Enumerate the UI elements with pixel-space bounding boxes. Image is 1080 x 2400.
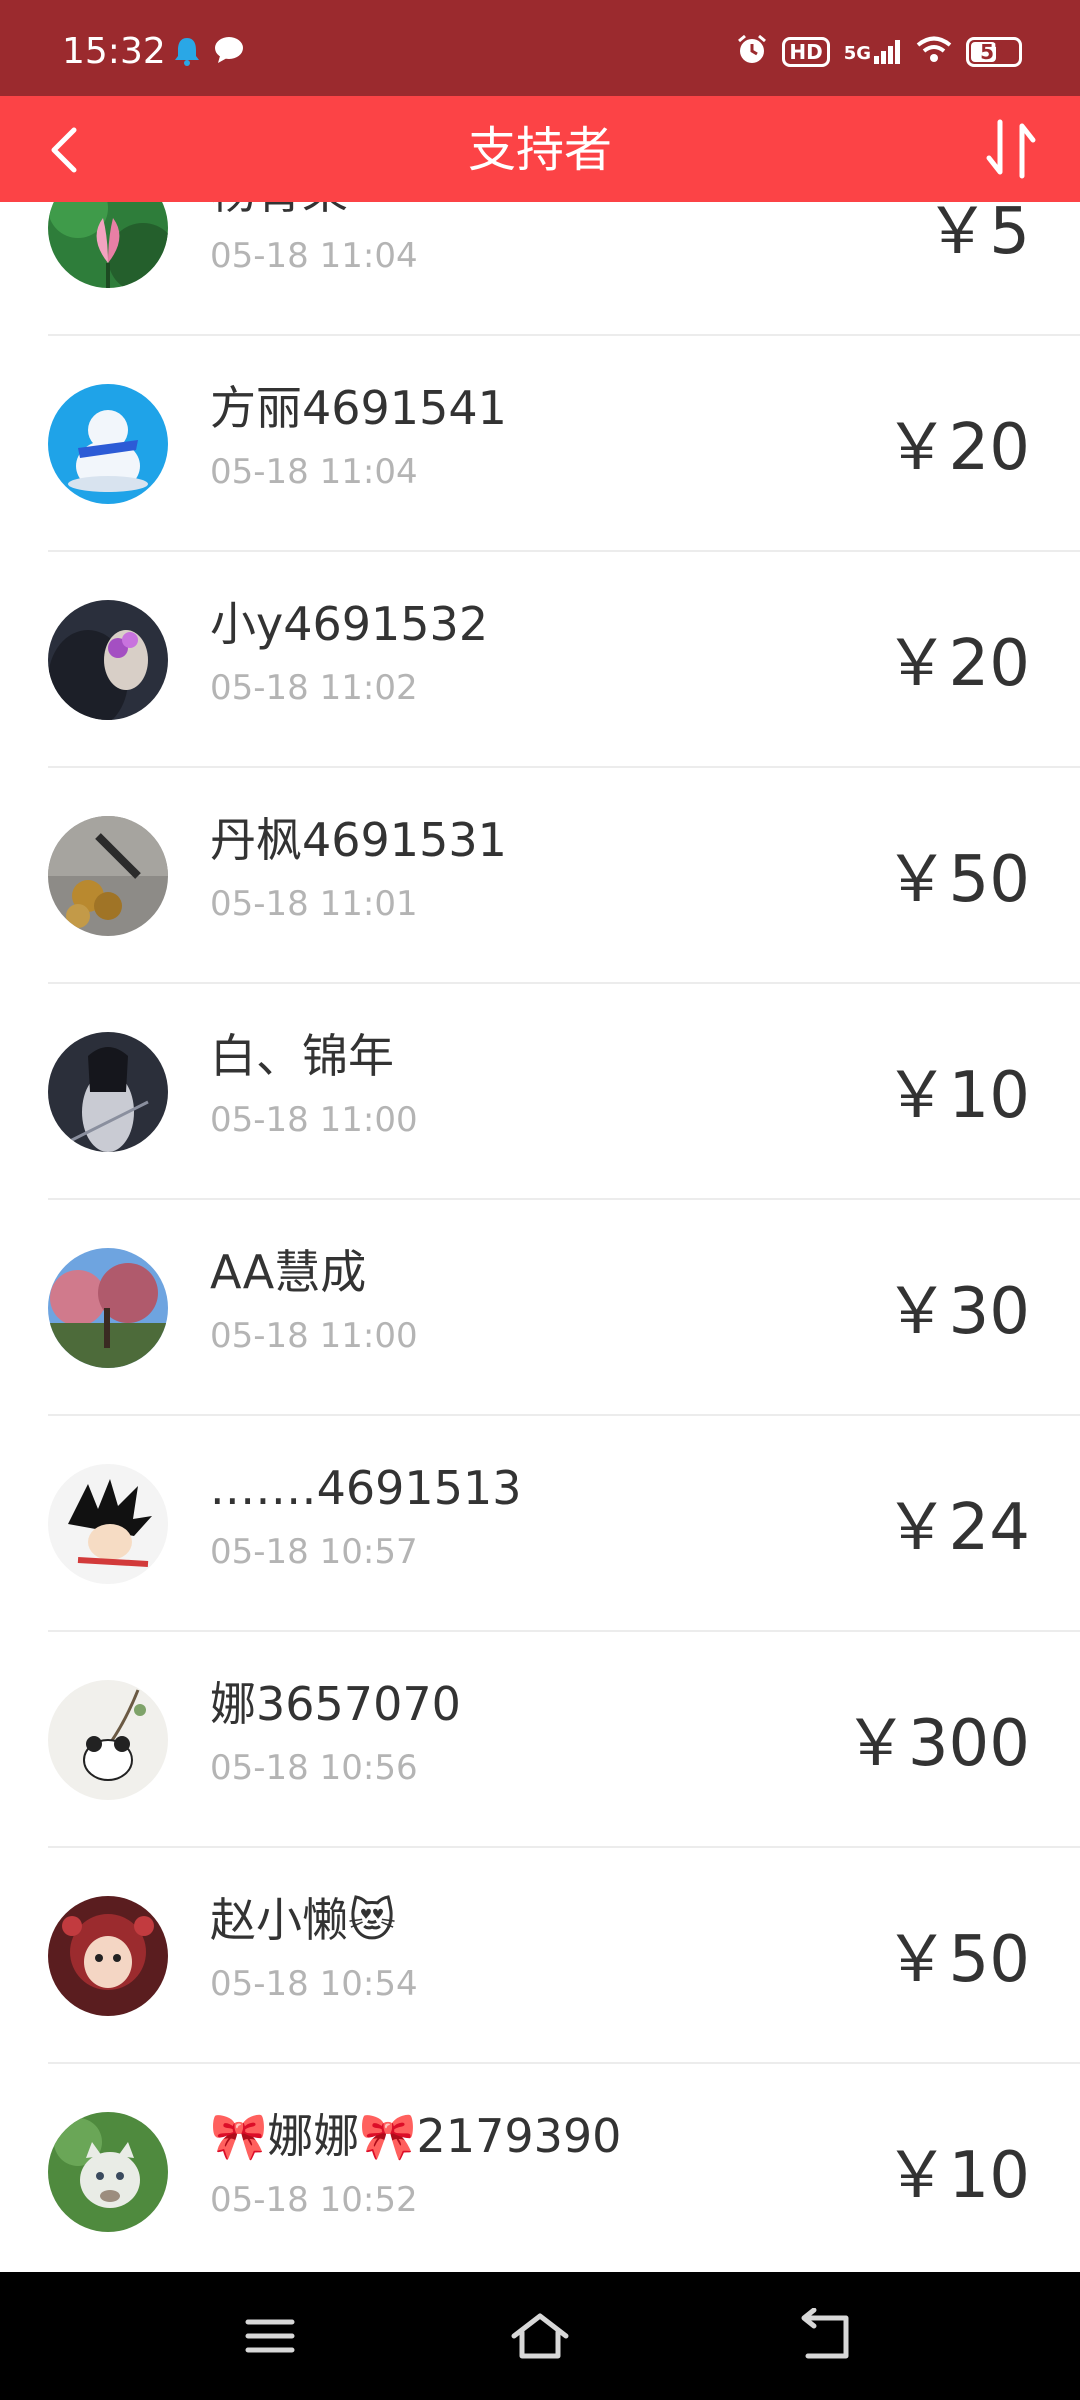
supporter-row[interactable]: .……4691513 05-18 10:57 ￥24 — [0, 1416, 1080, 1632]
supporter-row[interactable]: 赵小懒😻 05-18 10:54 ￥50 — [0, 1848, 1080, 2064]
supporter-time: 05-18 10:54 — [210, 1964, 418, 2004]
status-system-icons: HD 5G 57 — [736, 34, 1022, 70]
home-button[interactable] — [510, 2308, 570, 2364]
status-bar: 15:32 HD 5G 57 — [0, 0, 1080, 96]
signal-5g-icon: 5G — [844, 40, 902, 64]
supporter-amount: ￥5 — [925, 202, 1030, 269]
menu-button[interactable] — [240, 2308, 300, 2364]
supporter-time: 05-18 11:01 — [210, 884, 418, 924]
system-back-button[interactable] — [796, 2307, 856, 2364]
supporter-time: 05-18 11:02 — [210, 668, 418, 708]
supporter-time: 05-18 11:04 — [210, 452, 418, 492]
menu-icon — [245, 2319, 295, 2353]
notification-bell-icon — [174, 36, 200, 70]
supporter-name: AA慧成 — [210, 1245, 367, 1299]
supporter-amount: ￥24 — [884, 1491, 1030, 1565]
supporter-time: 05-18 11:00 — [210, 1316, 418, 1356]
supporter-amount: ￥50 — [884, 843, 1030, 917]
supporter-time: 05-18 10:52 — [210, 2180, 418, 2220]
alarm-icon — [736, 34, 768, 70]
avatar — [48, 1464, 168, 1584]
avatar — [48, 202, 168, 288]
supporter-list[interactable]: 杨青果 05-18 11:04 ￥5 方丽4691541 05-18 11:04… — [0, 202, 1080, 2272]
supporter-name: 🎀娜娜🎀2179390 — [210, 2109, 622, 2163]
supporter-amount: ￥30 — [884, 1275, 1030, 1349]
supporter-name: 方丽4691541 — [210, 381, 507, 435]
battery-icon: 57 — [966, 37, 1022, 67]
avatar — [48, 1032, 168, 1152]
supporter-name: .……4691513 — [210, 1461, 522, 1515]
back-icon — [801, 2307, 849, 2359]
supporter-name: 白、锦年 — [210, 1029, 394, 1083]
supporter-amount: ￥20 — [884, 411, 1030, 485]
supporter-row[interactable]: 小y4691532 05-18 11:02 ￥20 — [0, 552, 1080, 768]
supporter-time: 05-18 11:04 — [210, 236, 418, 276]
avatar — [48, 816, 168, 936]
header-bar: 支持者 — [0, 96, 1080, 202]
avatar — [48, 2112, 168, 2232]
status-time: 15:32 — [62, 31, 166, 72]
avatar — [48, 1896, 168, 2016]
avatar — [48, 600, 168, 720]
avatar — [48, 384, 168, 504]
battery-level: 57 — [980, 40, 1008, 64]
supporter-name: 赵小懒😻 — [210, 1893, 396, 1947]
supporter-row[interactable]: 🎀娜娜🎀2179390 05-18 10:52 ￥10 — [0, 2064, 1080, 2272]
supporter-name: 娜3657070 — [210, 1677, 461, 1731]
system-navigation-bar — [0, 2272, 1080, 2400]
avatar — [48, 1248, 168, 1368]
home-icon — [511, 2313, 569, 2359]
supporter-row[interactable]: 杨青果 05-18 11:04 ￥5 — [0, 202, 1080, 336]
sort-button[interactable] — [978, 114, 1044, 184]
status-notification-icons — [174, 36, 244, 70]
supporter-time: 05-18 11:00 — [210, 1100, 418, 1140]
supporter-row[interactable]: AA慧成 05-18 11:00 ￥30 — [0, 1200, 1080, 1416]
supporter-amount: ￥10 — [884, 1059, 1030, 1133]
hd-icon: HD — [782, 37, 830, 67]
wifi-icon — [916, 36, 952, 68]
chat-bubble-icon — [214, 36, 244, 70]
supporter-name: 小y4691532 — [210, 597, 489, 651]
sort-arrows-icon — [986, 119, 1036, 179]
page-title: 支持者 — [467, 122, 612, 178]
supporter-amount: ￥10 — [884, 2139, 1030, 2213]
supporter-row[interactable]: 方丽4691541 05-18 11:04 ￥20 — [0, 336, 1080, 552]
supporter-row[interactable]: 丹枫4691531 05-18 11:01 ￥50 — [0, 768, 1080, 984]
network-type-label: 5G — [843, 43, 871, 64]
supporter-time: 05-18 10:57 — [210, 1532, 418, 1572]
supporter-amount: ￥50 — [884, 1923, 1030, 1997]
supporter-row[interactable]: 白、锦年 05-18 11:00 ￥10 — [0, 984, 1080, 1200]
supporter-name: 丹枫4691531 — [210, 813, 507, 867]
avatar — [48, 1680, 168, 1800]
supporter-row[interactable]: 娜3657070 05-18 10:56 ￥300 — [0, 1632, 1080, 1848]
supporter-amount: ￥20 — [884, 627, 1030, 701]
supporter-time: 05-18 10:56 — [210, 1748, 418, 1788]
supporter-name: 杨青果 — [210, 202, 348, 220]
supporter-amount: ￥300 — [843, 1707, 1030, 1781]
